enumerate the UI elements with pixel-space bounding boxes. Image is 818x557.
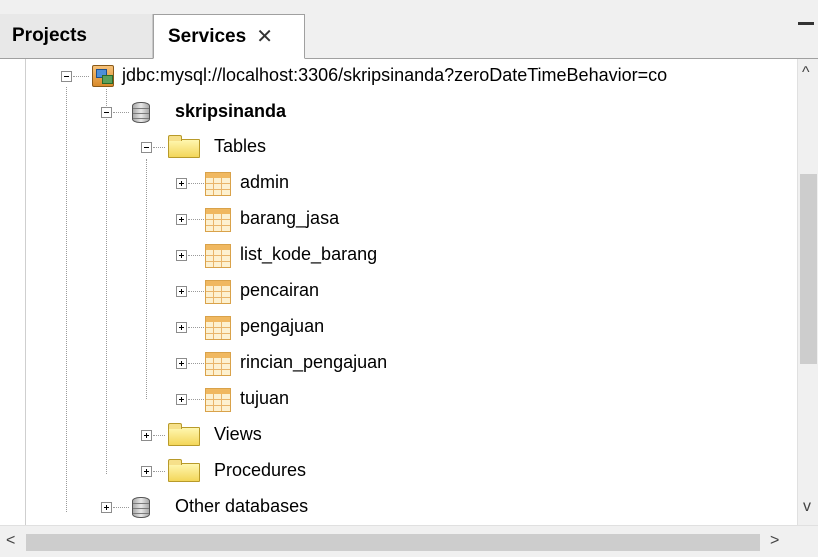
- table-label: barang_jasa: [240, 208, 340, 228]
- tree-item-table[interactable]: pencairan: [0, 274, 797, 308]
- expand-icon[interactable]: [176, 322, 187, 333]
- expand-icon[interactable]: [141, 466, 152, 477]
- table-label: admin: [240, 172, 290, 192]
- database-icon: [132, 102, 150, 123]
- tree-item-table[interactable]: list_kode_barang: [0, 238, 797, 272]
- horizontal-scrollbar[interactable]: < >: [0, 525, 818, 557]
- scroll-up-icon[interactable]: ^: [802, 65, 810, 81]
- tree-connector: [188, 255, 204, 257]
- tree-connector: [153, 435, 165, 437]
- tree-connector: [188, 291, 204, 293]
- tables-folder-label: Tables: [214, 136, 267, 156]
- expand-icon[interactable]: [176, 178, 187, 189]
- tree-item-connection[interactable]: jdbc:mysql://localhost:3306/skripsinanda…: [0, 59, 797, 93]
- tree-connector: [188, 363, 204, 365]
- vertical-scrollbar[interactable]: ^ v: [797, 59, 818, 525]
- scroll-right-icon[interactable]: >: [770, 533, 779, 549]
- table-label: pengajuan: [240, 316, 325, 336]
- database-icon: [132, 497, 150, 518]
- database-label: skripsinanda: [175, 101, 287, 121]
- tab-projects[interactable]: Projects: [0, 14, 153, 58]
- tree-item-table[interactable]: tujuan: [0, 382, 797, 416]
- tab-bar: Projects Services ✕: [0, 0, 818, 59]
- table-label: list_kode_barang: [240, 244, 378, 264]
- tree-connector: [113, 112, 129, 114]
- tree-connector: [153, 471, 165, 473]
- tree-item-table[interactable]: rincian_pengajuan: [0, 346, 797, 380]
- connection-icon: [92, 65, 114, 87]
- scroll-left-icon[interactable]: <: [6, 533, 15, 549]
- tab-services-label: Services: [168, 25, 247, 47]
- tree-item-table[interactable]: pengajuan: [0, 310, 797, 344]
- expand-icon[interactable]: [176, 286, 187, 297]
- tab-services[interactable]: Services ✕: [153, 14, 305, 59]
- expand-icon[interactable]: [176, 394, 187, 405]
- table-icon: [205, 280, 231, 304]
- tab-projects-label: Projects: [12, 25, 87, 46]
- tree-connector: [73, 76, 89, 78]
- close-icon[interactable]: ✕: [256, 24, 273, 49]
- scroll-down-icon[interactable]: v: [803, 499, 811, 515]
- minimize-icon[interactable]: [798, 22, 814, 25]
- horizontal-scroll-thumb[interactable]: [26, 534, 760, 551]
- table-icon: [205, 352, 231, 376]
- tree-item-database[interactable]: skripsinanda: [0, 95, 797, 129]
- expand-icon[interactable]: [101, 502, 112, 513]
- collapse-icon[interactable]: [61, 71, 72, 82]
- expand-icon[interactable]: [176, 250, 187, 261]
- tree-connector: [188, 183, 204, 185]
- tree-left-border: [25, 59, 26, 525]
- tree-item-views-folder[interactable]: Views: [0, 418, 797, 452]
- procedures-folder-label: Procedures: [214, 460, 307, 480]
- tree-item-table[interactable]: barang_jasa: [0, 202, 797, 236]
- expand-icon[interactable]: [176, 358, 187, 369]
- tree-connector: [188, 219, 204, 221]
- tree-connector: [113, 507, 129, 509]
- connection-label: jdbc:mysql://localhost:3306/skripsinanda…: [122, 65, 668, 85]
- expand-icon[interactable]: [176, 214, 187, 225]
- views-folder-label: Views: [214, 424, 262, 444]
- tree-item-tables-folder[interactable]: Tables: [0, 130, 797, 164]
- tree-connector: [153, 147, 165, 149]
- table-icon: [205, 316, 231, 340]
- tree-connector: [188, 399, 204, 401]
- services-tree: jdbc:mysql://localhost:3306/skripsinanda…: [0, 59, 797, 525]
- expand-icon[interactable]: [141, 430, 152, 441]
- tree-item-table[interactable]: admin: [0, 166, 797, 200]
- collapse-icon[interactable]: [141, 142, 152, 153]
- collapse-icon[interactable]: [101, 107, 112, 118]
- other-databases-label: Other databases: [175, 496, 309, 516]
- table-icon: [205, 244, 231, 268]
- table-label: tujuan: [240, 388, 290, 408]
- tree-item-procedures-folder[interactable]: Procedures: [0, 454, 797, 488]
- table-icon: [205, 172, 231, 196]
- table-icon: [205, 388, 231, 412]
- tree-item-other-databases[interactable]: Other databases: [0, 490, 797, 524]
- tree-connector: [188, 327, 204, 329]
- folder-icon: [168, 135, 200, 158]
- vertical-scroll-thumb[interactable]: [800, 174, 817, 364]
- services-window: Projects Services ✕ jdbc:mysql://localho…: [0, 0, 818, 557]
- table-label: pencairan: [240, 280, 320, 300]
- folder-icon: [168, 459, 200, 482]
- table-label: rincian_pengajuan: [240, 352, 388, 372]
- table-icon: [205, 208, 231, 232]
- folder-icon: [168, 423, 200, 446]
